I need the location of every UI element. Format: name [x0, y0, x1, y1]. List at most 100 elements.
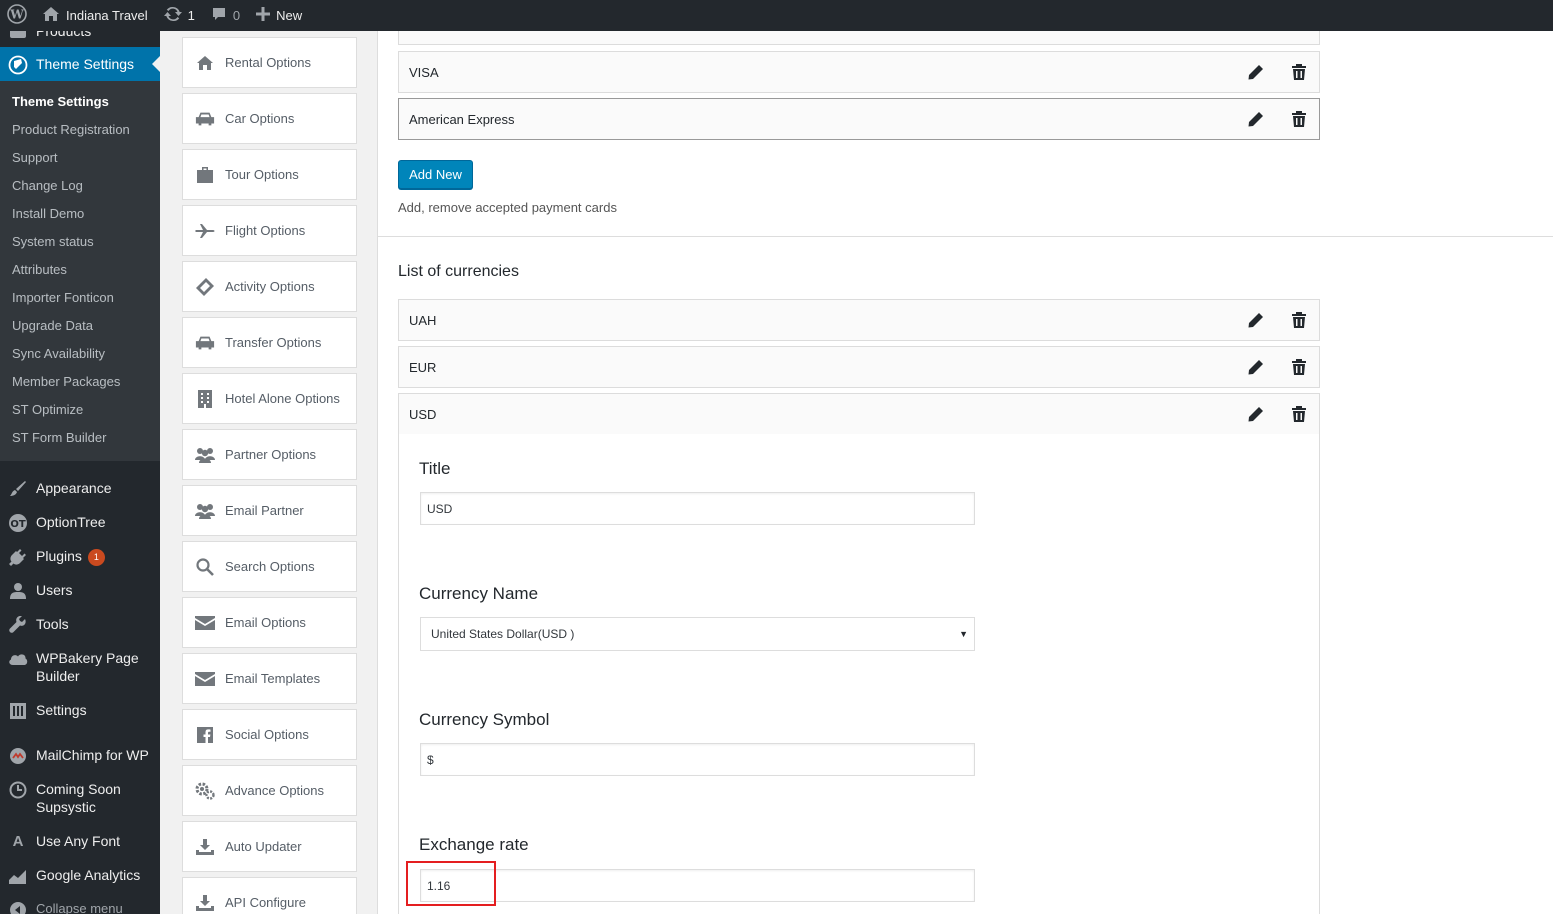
trash-icon[interactable] — [1292, 406, 1308, 422]
payment-card-row-visa[interactable]: VISA — [398, 51, 1320, 93]
payment-card-row-american-express[interactable]: American Express — [398, 98, 1320, 140]
pencil-icon[interactable] — [1248, 406, 1264, 422]
download-icon — [195, 837, 215, 857]
menu-label: Collapse menu — [36, 901, 123, 914]
add-new-payment-card-button[interactable]: Add New — [398, 160, 473, 189]
menu-users[interactable]: Users — [0, 573, 160, 607]
menu-products[interactable]: Products — [0, 31, 160, 48]
menu-theme-settings[interactable]: Theme Settings — [0, 47, 160, 81]
menu-coming-soon[interactable]: Coming Soon Supsystic — [0, 772, 160, 824]
menu-appearance[interactable]: Appearance — [0, 471, 160, 505]
wpbakery-cloud-icon — [8, 649, 28, 669]
nav-social-options[interactable]: Social Options — [182, 709, 357, 760]
nav-label: Auto Updater — [225, 839, 302, 854]
nav-search-options[interactable]: Search Options — [182, 541, 357, 592]
comment-icon — [211, 6, 227, 25]
trash-icon[interactable] — [1292, 359, 1308, 375]
nav-email-options[interactable]: Email Options — [182, 597, 357, 648]
submenu-item-st-form-builder[interactable]: ST Form Builder — [0, 424, 160, 452]
svg-text:W: W — [9, 8, 24, 22]
trash-icon[interactable] — [1292, 64, 1308, 80]
row-title: USD — [409, 406, 437, 422]
menu-optiontree[interactable]: OT OptionTree — [0, 505, 160, 539]
menu-use-any-font[interactable]: A Use Any Font — [0, 824, 160, 858]
submenu-item-member-packages[interactable]: Member Packages — [0, 368, 160, 396]
nav-flight-options[interactable]: Flight Options — [182, 205, 357, 256]
menu-mailchimp[interactable]: MailChimp for WP — [0, 738, 160, 772]
menu-label: Users — [36, 582, 73, 598]
currency-row-uah[interactable]: UAH — [398, 299, 1320, 341]
admin-menu: Products Theme Settings Theme Settings P… — [0, 31, 160, 914]
updates-link[interactable]: 1 — [156, 0, 203, 31]
download-icon — [195, 893, 215, 913]
menu-settings[interactable]: Settings — [0, 693, 160, 727]
trash-icon[interactable] — [1292, 312, 1308, 328]
nav-email-partner[interactable]: Email Partner — [182, 485, 357, 536]
submenu-item-st-optimize[interactable]: ST Optimize — [0, 396, 160, 424]
payment-cards-description: Add, remove accepted payment cards — [398, 200, 617, 215]
menu-label: Theme Settings — [36, 56, 135, 72]
title-input[interactable] — [420, 492, 975, 525]
site-name: Indiana Travel — [66, 8, 148, 23]
currencies-section-title: List of currencies — [398, 263, 519, 280]
submenu-item-change-log[interactable]: Change Log — [0, 172, 160, 200]
nav-rental-options[interactable]: Rental Options — [182, 37, 357, 88]
row-title: VISA — [409, 64, 439, 80]
nav-auto-updater[interactable]: Auto Updater — [182, 821, 357, 872]
currency-name-select[interactable]: United States Dollar(USD ) ▼ — [420, 617, 975, 651]
nav-label: Hotel Alone Options — [225, 391, 340, 406]
nav-label: Activity Options — [225, 279, 315, 294]
nav-partner-options[interactable]: Partner Options — [182, 429, 357, 480]
exchange-rate-input[interactable] — [420, 869, 975, 902]
nav-transfer-options[interactable]: Transfer Options — [182, 317, 357, 368]
submenu-item-support[interactable]: Support — [0, 144, 160, 172]
nav-car-options[interactable]: Car Options — [182, 93, 357, 144]
settings-content: VISA American Express Add New Add, remov… — [378, 31, 1553, 914]
nav-hotel-alone-options[interactable]: Hotel Alone Options — [182, 373, 357, 424]
trash-icon[interactable] — [1292, 111, 1308, 127]
menu-wpbakery[interactable]: WPBakery Page Builder — [0, 641, 160, 693]
user-icon — [8, 581, 28, 601]
comments-link[interactable]: 0 — [203, 0, 248, 31]
nav-label: Rental Options — [225, 55, 311, 70]
nav-tour-options[interactable]: Tour Options — [182, 149, 357, 200]
home-icon — [195, 53, 215, 73]
nav-email-templates[interactable]: Email Templates — [182, 653, 357, 704]
pencil-icon[interactable] — [1248, 63, 1264, 80]
submenu-item-attributes[interactable]: Attributes — [0, 256, 160, 284]
pencil-icon[interactable] — [1248, 312, 1264, 328]
menu-google-analytics[interactable]: Google Analytics — [0, 858, 160, 892]
exchange-rate-label: Exchange rate — [419, 835, 529, 854]
nav-activity-options[interactable]: Activity Options — [182, 261, 357, 312]
submenu-item-sync-availability[interactable]: Sync Availability — [0, 340, 160, 368]
gears-icon — [195, 781, 215, 801]
submenu-item-upgrade-data[interactable]: Upgrade Data — [0, 312, 160, 340]
menu-label: Products — [36, 31, 92, 39]
plus-icon — [256, 7, 271, 24]
payment-card-row[interactable] — [398, 31, 1320, 45]
nav-label: API Configure — [225, 895, 306, 910]
currency-symbol-input[interactable] — [420, 743, 975, 776]
nav-advance-options[interactable]: Advance Options — [182, 765, 357, 816]
nav-api-configure[interactable]: API Configure — [182, 877, 357, 914]
theme-settings-submenu: Theme Settings Product Registration Supp… — [0, 81, 160, 461]
pencil-icon[interactable] — [1248, 111, 1264, 127]
submenu-item-theme-settings[interactable]: Theme Settings — [0, 88, 160, 116]
submenu-item-system-status[interactable]: System status — [0, 228, 160, 256]
collapse-menu-button[interactable]: Collapse menu — [0, 892, 160, 914]
submenu-item-product-registration[interactable]: Product Registration — [0, 116, 160, 144]
submenu-item-install-demo[interactable]: Install Demo — [0, 200, 160, 228]
menu-label: OptionTree — [36, 514, 106, 530]
submenu-item-importer-fonticon[interactable]: Importer Fonticon — [0, 284, 160, 312]
site-name-link[interactable]: Indiana Travel — [34, 0, 156, 31]
wordpress-logo-button[interactable]: W — [0, 0, 34, 31]
currency-row-usd[interactable]: USD — [398, 393, 1320, 435]
new-content-link[interactable]: New — [248, 0, 310, 31]
users-icon — [195, 501, 215, 521]
menu-tools[interactable]: Tools — [0, 607, 160, 641]
row-title: UAH — [409, 312, 437, 328]
currency-row-eur[interactable]: EUR — [398, 346, 1320, 388]
menu-plugins[interactable]: Plugins 1 — [0, 539, 160, 574]
pencil-icon[interactable] — [1248, 359, 1264, 375]
currency-name-label: Currency Name — [419, 584, 539, 603]
